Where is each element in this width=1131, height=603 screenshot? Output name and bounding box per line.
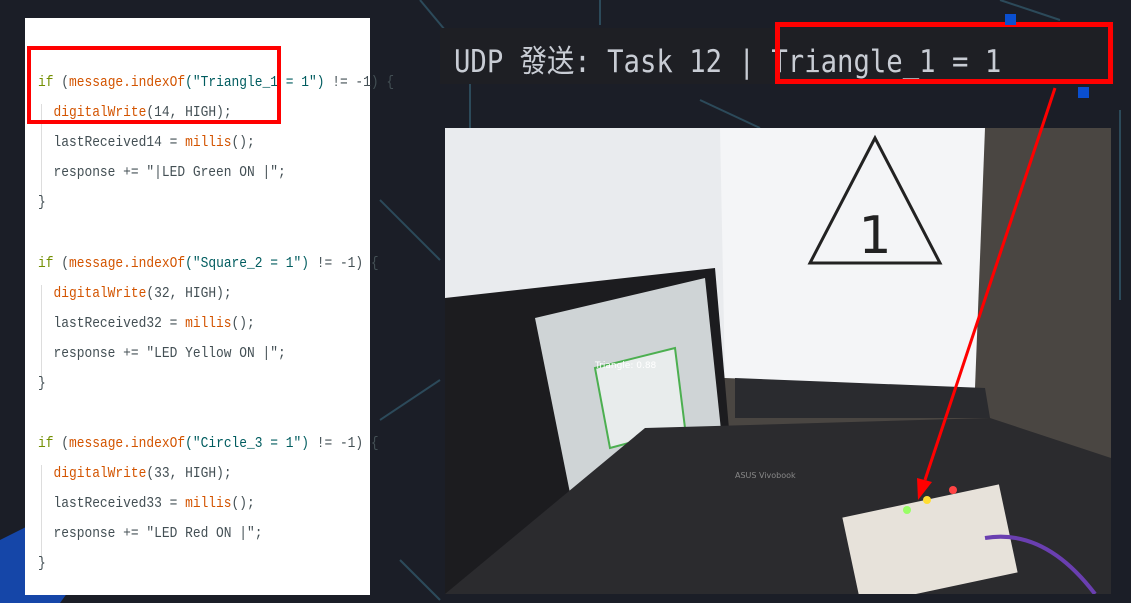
laptop-brand: ASUS Vivobook — [735, 471, 796, 480]
triangle-display-screen — [720, 128, 985, 388]
code-token: } — [38, 375, 46, 392]
code-token: ( — [53, 435, 69, 452]
code-highlight-box — [27, 46, 281, 124]
code-token: ( — [53, 255, 69, 272]
code-token: (33, HIGH); — [146, 465, 232, 482]
code-line: response += "LED Yellow ON |"; — [38, 345, 286, 362]
code-token: if — [38, 255, 54, 272]
udp-highlight-box — [775, 22, 1113, 84]
code-token: message.indexOf — [68, 255, 186, 272]
code-token: millis — [185, 495, 232, 512]
code-token: ("Circle_3 = 1") — [185, 435, 309, 452]
code-token: lastReceived14 = — [38, 134, 186, 151]
code-token: lastReceived32 = — [38, 315, 186, 332]
code-line: lastReceived32 = millis(); — [38, 315, 255, 332]
decor-square — [1078, 87, 1089, 98]
code-token: message.indexOf — [68, 435, 186, 452]
demo-photo: 1 Triangle: 0.88 ASUS Vivobook — [445, 128, 1111, 594]
code-line: lastReceived33 = millis(); — [38, 495, 255, 512]
photo-illustration: 1 Triangle: 0.88 ASUS Vivobook — [445, 128, 1111, 594]
code-token: ("Square_2 = 1") — [185, 255, 309, 272]
code-token: (); — [231, 495, 255, 512]
code-token: millis — [185, 315, 232, 332]
code-token: (); — [231, 134, 255, 151]
code-token: (32, HIGH); — [146, 285, 232, 302]
code-token: lastReceived33 = — [38, 495, 186, 512]
code-line: digitalWrite(33, HIGH); — [38, 465, 232, 482]
code-token: != -1) { — [308, 255, 379, 272]
detection-label: Triangle: 0.88 — [594, 361, 657, 371]
code-token: response += "|LED Green ON |"; — [38, 164, 286, 181]
code-token: response += "LED Yellow ON |"; — [38, 345, 286, 362]
code-line: } — [38, 555, 46, 572]
code-token: != -1) { — [324, 74, 395, 91]
code-line: } — [38, 375, 46, 392]
code-line: if (message.indexOf("Square_2 = 1") != -… — [38, 255, 379, 272]
code-token: response += "LED Red ON |"; — [38, 525, 263, 542]
code-line: digitalWrite(32, HIGH); — [38, 285, 232, 302]
code-line: if (message.indexOf("Circle_3 = 1") != -… — [38, 435, 379, 452]
code-line: } — [38, 194, 46, 211]
code-token: (); — [231, 315, 255, 332]
decor-square — [1005, 14, 1016, 25]
code-token: if — [38, 435, 54, 452]
code-line: response += "|LED Green ON |"; — [38, 164, 286, 181]
code-token: } — [38, 555, 46, 572]
code-token: digitalWrite — [53, 465, 147, 482]
code-line: response += "LED Red ON |"; — [38, 525, 263, 542]
code-token: } — [38, 194, 46, 211]
code-line: lastReceived14 = millis(); — [38, 134, 255, 151]
code-token: digitalWrite — [53, 285, 147, 302]
code-token: millis — [185, 134, 232, 151]
code-token: != -1) { — [308, 435, 379, 452]
triangle-number: 1 — [858, 206, 891, 266]
